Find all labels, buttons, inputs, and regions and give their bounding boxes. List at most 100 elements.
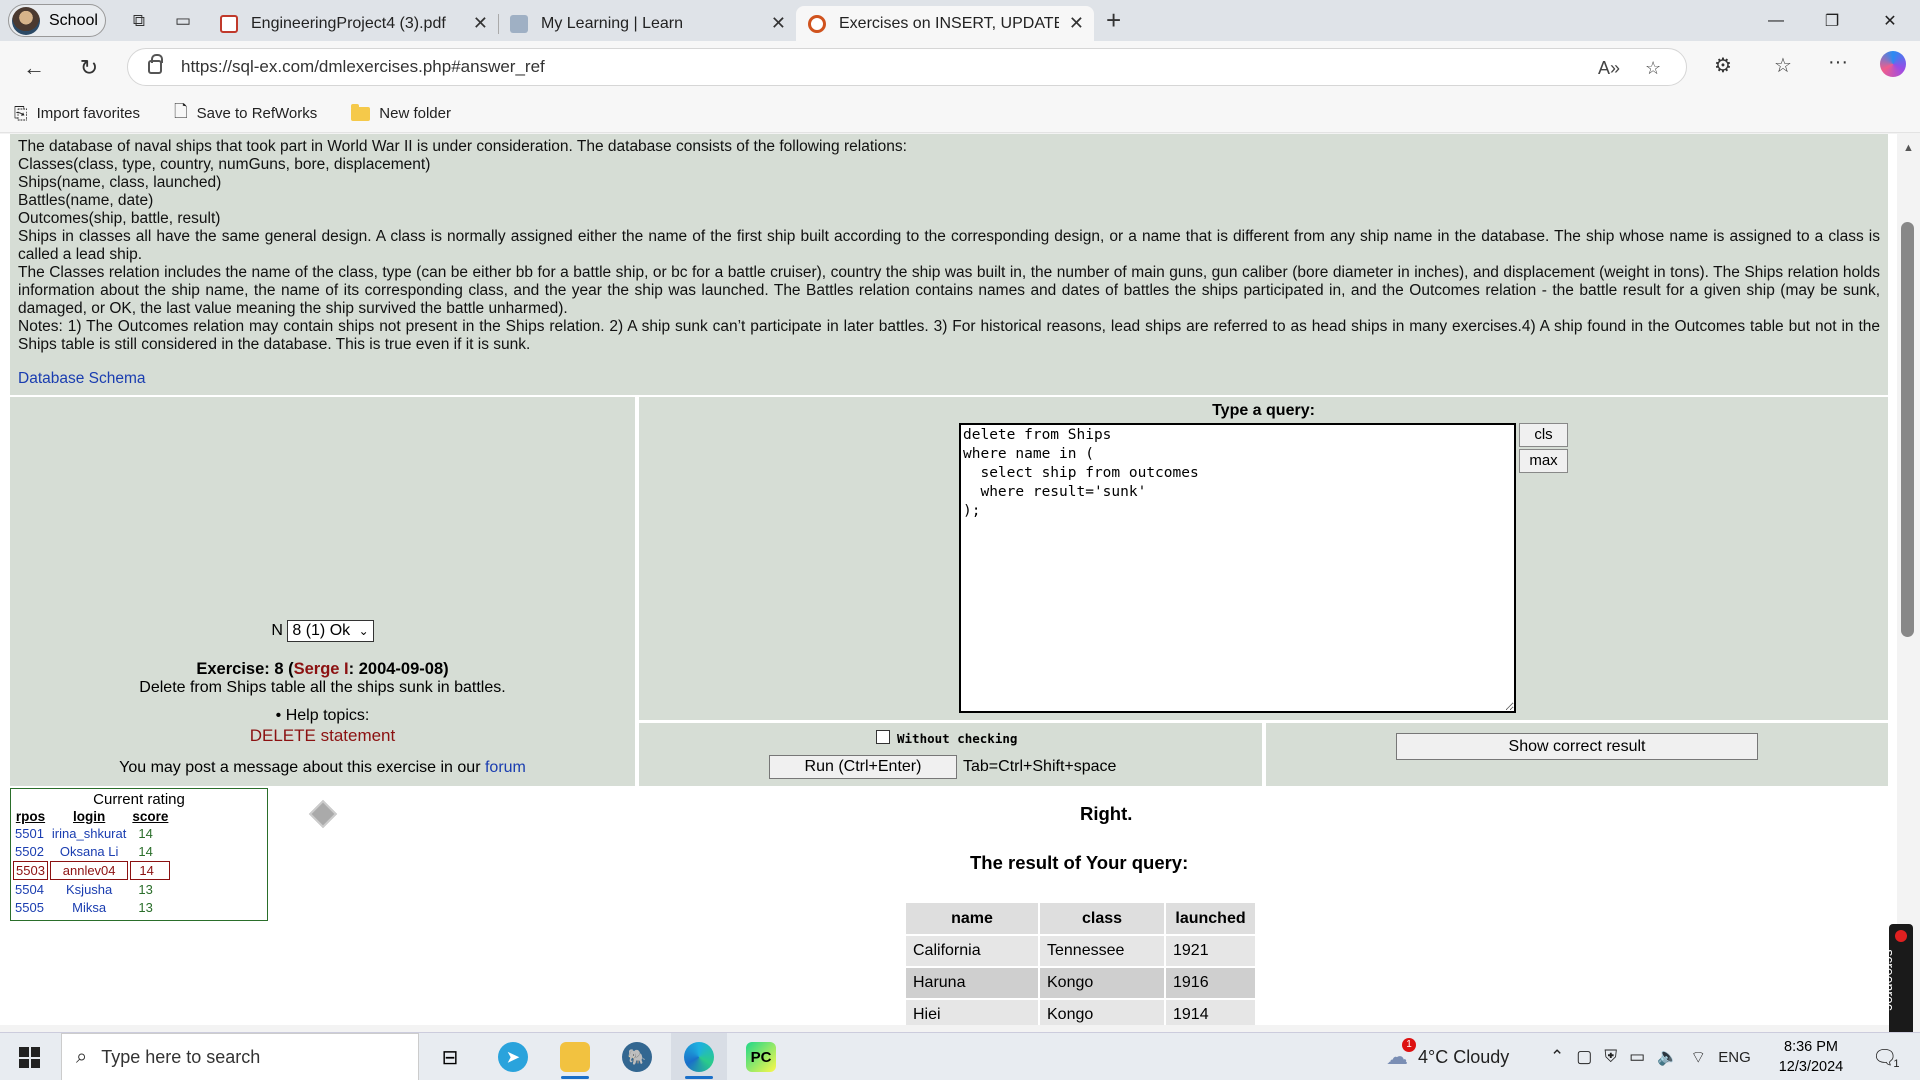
close-tab-icon[interactable]: ✕ (1069, 13, 1084, 34)
forum-link[interactable]: forum (485, 759, 526, 776)
import-favorites[interactable]: ⎘ Import favorites (14, 104, 140, 124)
intro-line: The database of naval ships that took pa… (18, 138, 907, 155)
weather-badge: 1 (1402, 1038, 1416, 1052)
file-explorer-icon[interactable] (547, 1033, 603, 1080)
volume-icon[interactable]: 🔈 (1657, 1047, 1678, 1067)
result-status: Right. (1080, 803, 1133, 824)
sql-ex-icon (808, 14, 826, 33)
folder-icon (351, 103, 371, 121)
chevron-down-icon: ⌄ (358, 624, 369, 638)
exercise-title: Exercise: 8 (Serge I: 2004-09-08) (196, 660, 449, 678)
security-icon[interactable]: ⛨ (1604, 1047, 1617, 1067)
refresh-icon[interactable]: ↻ (71, 50, 107, 86)
minimize-icon[interactable]: — (1748, 0, 1804, 41)
import-icon: ⎘ (14, 103, 28, 123)
run-panel: Without checking Run (Ctrl+Enter) Tab=Ct… (639, 723, 1262, 786)
scrollbar-thumb[interactable] (1901, 222, 1914, 637)
copilot-icon[interactable] (1880, 51, 1906, 77)
show-correct-result-button[interactable]: Show correct result (1396, 733, 1758, 760)
edge-icon[interactable] (671, 1033, 727, 1080)
new-tab-icon[interactable]: + (1106, 5, 1121, 36)
favorites-icon[interactable]: ☆ (1774, 53, 1792, 78)
collections-icon[interactable]: ⧉ (128, 10, 150, 32)
table-row: Haruna Kongo 1916 (906, 968, 1255, 998)
pycharm-icon[interactable]: PC (733, 1033, 789, 1080)
page-content: The database of naval ships that took pa… (0, 134, 1904, 1025)
rating-header[interactable]: score (130, 809, 170, 824)
language-indicator[interactable]: ENG (1718, 1049, 1751, 1066)
system-tray: ⌃ ▢ ⛨ ▭ 🔈 ⌔ ENG (1550, 1033, 1751, 1080)
back-icon[interactable]: ← (16, 50, 52, 86)
db-description: The database of naval ships that took pa… (10, 134, 1888, 395)
restore-icon[interactable]: ❐ (1804, 0, 1860, 41)
exercise-select[interactable]: 8 (1) Ok ⌄ (287, 620, 374, 642)
rating-table: rpos login score 5501 irina_shkurat 14 5… (11, 808, 172, 917)
taskbar: ⌕ Type here to search ⊟ ➤ 🐘 PC ☁ 1 4°C Cl… (0, 1032, 1920, 1080)
read-aloud-icon[interactable]: A» (1598, 58, 1620, 79)
more-icon[interactable]: ··· (1828, 51, 1848, 74)
page-scrollbar[interactable]: ▲ (1897, 134, 1920, 1025)
save-to-refworks[interactable]: 🗋 Save to RefWorks (174, 99, 317, 128)
weather-widget[interactable]: ☁ 1 4°C Cloudy (1386, 1033, 1509, 1080)
help-topics-label: • Help topics: (275, 707, 370, 724)
close-window-icon[interactable]: ✕ (1862, 0, 1918, 41)
wifi-icon[interactable]: ⌔ (1690, 1047, 1706, 1068)
close-tab-icon[interactable]: ✕ (473, 13, 488, 34)
relation-ships: Ships(name, class, launched) (18, 174, 222, 191)
current-rating: Current rating rpos login score 5501 iri… (10, 788, 268, 921)
telegram-icon[interactable]: ➤ (485, 1033, 541, 1080)
query-panel: Type a query: delete from Ships where na… (639, 397, 1888, 720)
profile-button[interactable]: School (8, 4, 106, 37)
exercise-description: Delete from Ships table all the ships su… (139, 679, 506, 696)
taskbar-search[interactable]: ⌕ Type here to search (61, 1033, 419, 1080)
forum-message: You may post a message about this exerci… (119, 759, 526, 776)
rating-header[interactable]: login (50, 809, 128, 824)
close-tab-icon[interactable]: ✕ (771, 13, 786, 34)
table-row: California Tennessee 1921 (906, 936, 1255, 966)
new-folder[interactable]: New folder (351, 103, 451, 122)
result-table: name class launched California Tennessee… (904, 901, 1257, 1025)
avatar (12, 6, 40, 35)
device-icon[interactable]: ▢ (1576, 1047, 1592, 1067)
extensions-icon[interactable]: ⚙ (1714, 53, 1732, 78)
delete-statement-link[interactable]: DELETE statement (250, 726, 396, 745)
rating-header[interactable]: rpos (13, 809, 48, 824)
result-header: launched (1166, 903, 1255, 934)
exercise-selector-row: N 8 (1) Ok ⌄ (10, 620, 635, 642)
query-title: Type a query: (1212, 402, 1315, 419)
tab-learn[interactable]: My Learning | Learn ✕ (498, 6, 797, 41)
database-schema-link[interactable]: Database Schema (18, 370, 146, 388)
tab-hint: Tab=Ctrl+Shift+space (963, 758, 1117, 775)
screenrec-widget[interactable]: screenrec (1882, 924, 1913, 1036)
without-checking-row: Without checking (876, 729, 1017, 746)
url-field[interactable]: https://sql-ex.com/dmlexercises.php#answ… (127, 48, 1687, 86)
without-checking-checkbox[interactable] (876, 729, 890, 744)
battery-icon[interactable]: ▭ (1629, 1047, 1645, 1067)
tab-sql-ex[interactable]: Exercises on INSERT, UPDATE, DEL ✕ (796, 6, 1094, 41)
task-view-icon[interactable]: ⊟ (422, 1033, 478, 1080)
vertical-tabs-icon[interactable]: ▭ (172, 10, 194, 32)
chevron-up-icon[interactable]: ⌃ (1550, 1047, 1564, 1067)
favorite-star-icon[interactable]: ☆ (1645, 58, 1661, 79)
lock-icon (148, 54, 163, 74)
rating-title: Current rating (93, 791, 185, 808)
relation-classes: Classes(class, type, country, numGuns, b… (18, 156, 431, 173)
query-editor[interactable]: delete from Ships where name in ( select… (959, 423, 1516, 713)
scroll-up-icon[interactable]: ▲ (1903, 142, 1914, 154)
exercise-author: Serge I (293, 660, 349, 678)
result-header: name (906, 903, 1038, 934)
notifications-icon[interactable]: 🗨 1 (1872, 1033, 1900, 1080)
tab-pdf[interactable]: EngineeringProject4 (3).pdf ✕ (208, 6, 499, 41)
show-result-panel: Show correct result (1266, 723, 1888, 786)
rating-row-current-user: 5503 annlev04 14 (13, 861, 171, 880)
cls-button[interactable]: cls (1519, 423, 1568, 447)
clock[interactable]: 8:36 PM 12/3/2024 (1768, 1037, 1854, 1077)
max-button[interactable]: max (1519, 449, 1568, 473)
postgres-icon[interactable]: 🐘 (609, 1033, 665, 1080)
cloud-icon: ☁ 1 (1386, 1038, 1416, 1070)
hint-icon[interactable] (308, 799, 337, 829)
run-button[interactable]: Run (Ctrl+Enter) (769, 755, 957, 779)
rating-row: 5504 Ksjusha 13 (15, 882, 153, 897)
windows-start-icon[interactable] (19, 1047, 40, 1068)
favorites-bar: ⎘ Import favorites 🗋 Save to RefWorks Ne… (0, 95, 1920, 133)
